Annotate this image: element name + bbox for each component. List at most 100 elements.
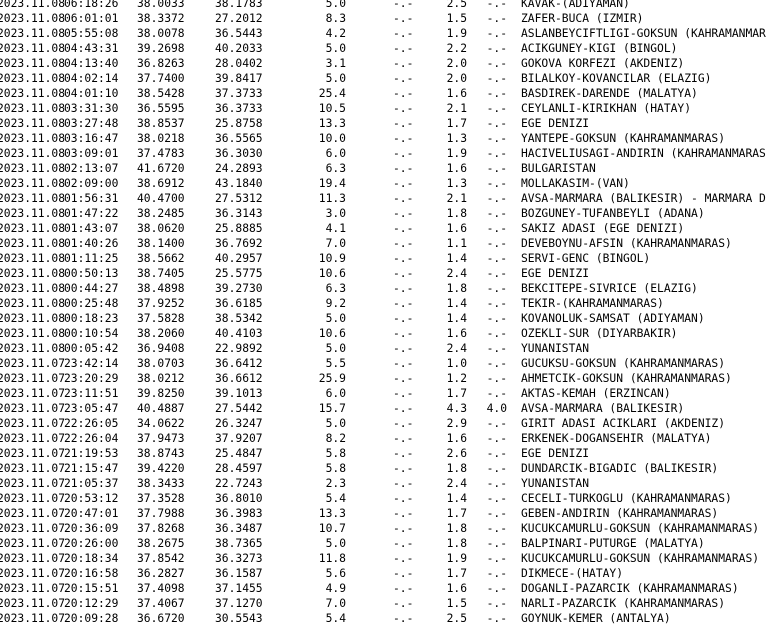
magnitude-ml: 2.4: [446, 477, 467, 490]
event-date: 2023.11.07: [0, 477, 66, 490]
event-longitude: 28.0402: [215, 57, 263, 70]
magnitude-ml: 1.5: [446, 597, 467, 610]
event-location: AVSA-MARMARA (BALIKESIR) - MARMARA DE: [521, 192, 766, 205]
magnitude-ml: 4.3: [446, 402, 467, 415]
event-latitude: 38.3372: [137, 12, 185, 25]
event-time: 20:16:58: [64, 567, 119, 580]
event-longitude: 22.9892: [215, 342, 263, 355]
event-location: ZAFER-BUCA (IZMIR): [521, 12, 644, 25]
magnitude-mw: -.-: [486, 12, 507, 25]
event-depth: 5.0: [325, 42, 346, 55]
event-longitude: 38.5342: [215, 312, 263, 325]
event-longitude: 27.2012: [215, 12, 263, 25]
magnitude-ml: 1.3: [446, 132, 467, 145]
magnitude-md: -.-: [393, 447, 414, 460]
event-longitude: 38.7365: [215, 537, 263, 550]
event-time: 20:26:00: [64, 537, 119, 550]
listing-row: 2023.11.0720:36:09 37.8268 36.3487 10.7 -.- 1…: [0, 521, 766, 536]
event-longitude: 30.5543: [215, 612, 263, 625]
magnitude-md: -.-: [393, 117, 414, 130]
event-latitude: 37.8542: [137, 552, 185, 565]
event-latitude: 38.0033: [137, 0, 185, 10]
magnitude-md: -.-: [393, 477, 414, 490]
event-depth: 6.0: [325, 147, 346, 160]
event-time: 23:11:51: [64, 387, 119, 400]
event-depth: 5.0: [325, 537, 346, 550]
event-depth: 3.0: [325, 207, 346, 220]
event-time: 05:55:08: [64, 27, 119, 40]
event-time: 00:44:27: [64, 282, 119, 295]
event-date: 2023.11.07: [0, 612, 66, 625]
magnitude-mw: -.-: [486, 432, 507, 445]
event-location: GOKOVA KORFEZI (AKDENIZ): [521, 57, 685, 70]
magnitude-ml: 1.8: [446, 207, 467, 220]
magnitude-md: -.-: [393, 72, 414, 85]
event-latitude: 38.1400: [137, 237, 185, 250]
magnitude-ml: 1.9: [446, 552, 467, 565]
magnitude-mw: -.-: [486, 177, 507, 190]
event-latitude: 38.4898: [137, 282, 185, 295]
event-depth: 5.8: [325, 462, 346, 475]
magnitude-mw: -.-: [486, 0, 507, 10]
event-time: 01:11:25: [64, 252, 119, 265]
event-location: GIRIT ADASI ACIKLARI (AKDENIZ): [521, 417, 726, 430]
event-date: 2023.11.07: [0, 552, 66, 565]
magnitude-mw: -.-: [486, 597, 507, 610]
magnitude-mw: -.-: [486, 582, 507, 595]
magnitude-mw: -.-: [486, 222, 507, 235]
event-location: BALPINARI-PUTURGE (MALATYA): [521, 537, 705, 550]
event-time: 01:40:26: [64, 237, 119, 250]
event-date: 2023.11.08: [0, 27, 66, 40]
event-location: DOGANLI-PAZARCIK (KAHRAMANMARAS): [521, 582, 739, 595]
listing-row: 2023.11.0803:31:30 36.5595 36.3733 10.5 -.- 2…: [0, 101, 766, 116]
event-longitude: 26.3247: [215, 417, 263, 430]
magnitude-ml: 1.8: [446, 537, 467, 550]
listing-row: 2023.11.0801:43:07 38.0620 25.8885 4.1 -.- 1.…: [0, 221, 766, 236]
event-location: BULGARISTAN: [521, 162, 596, 175]
event-time: 20:53:12: [64, 492, 119, 505]
event-longitude: 25.5775: [215, 267, 263, 280]
magnitude-md: -.-: [393, 417, 414, 430]
event-latitude: 39.4220: [137, 462, 185, 475]
listing-row: 2023.11.0720:16:58 36.2827 36.1587 5.6 -.- 1.…: [0, 566, 766, 581]
event-depth: 11.3: [318, 192, 346, 205]
event-depth: 19.4: [318, 177, 346, 190]
event-location: NARLI-PAZARCIK (KAHRAMANMARAS): [521, 597, 726, 610]
event-time: 23:20:29: [64, 372, 119, 385]
event-latitude: 38.6912: [137, 177, 185, 190]
magnitude-mw: -.-: [486, 267, 507, 280]
listing-row: 2023.11.0800:44:27 38.4898 39.2730 6.3 -.- 1.…: [0, 281, 766, 296]
event-date: 2023.11.08: [0, 267, 66, 280]
event-location: DEVEBOYNU-AFSIN (KAHRAMANMARAS): [521, 237, 732, 250]
event-longitude: 36.3733: [215, 102, 263, 115]
magnitude-md: -.-: [393, 462, 414, 475]
event-latitude: 37.5828: [137, 312, 185, 325]
magnitude-ml: 1.6: [446, 432, 467, 445]
event-longitude: 40.4103: [215, 327, 263, 340]
event-location: KUCUKCAMURLU-GOKSUN (KAHRAMANMARAS): [521, 552, 760, 565]
magnitude-ml: 1.1: [446, 237, 467, 250]
magnitude-mw: -.-: [486, 102, 507, 115]
event-location: KAVAK-(ADIYAMAN): [521, 0, 630, 10]
event-time: 22:26:04: [64, 432, 119, 445]
event-latitude: 36.8263: [137, 57, 185, 70]
event-longitude: 36.5565: [215, 132, 263, 145]
event-latitude: 37.3528: [137, 492, 185, 505]
event-date: 2023.11.07: [0, 492, 66, 505]
magnitude-ml: 2.5: [446, 612, 467, 625]
event-date: 2023.11.07: [0, 597, 66, 610]
event-longitude: 36.3487: [215, 522, 263, 535]
magnitude-mw: -.-: [486, 57, 507, 70]
listing-row: 2023.11.0723:11:51 39.8250 39.1013 6.0 -.- 1.…: [0, 386, 766, 401]
event-depth: 7.0: [325, 237, 346, 250]
event-location: EGE DENIZI: [521, 447, 590, 460]
event-date: 2023.11.08: [0, 0, 66, 10]
event-date: 2023.11.08: [0, 207, 66, 220]
event-date: 2023.11.08: [0, 297, 66, 310]
event-longitude: 37.3733: [215, 87, 263, 100]
event-date: 2023.11.08: [0, 222, 66, 235]
magnitude-ml: 1.7: [446, 507, 467, 520]
magnitude-mw: -.-: [486, 417, 507, 430]
event-longitude: 36.8010: [215, 492, 263, 505]
listing-row: 2023.11.0720:26:00 38.2675 38.7365 5.0 -.- 1.…: [0, 536, 766, 551]
